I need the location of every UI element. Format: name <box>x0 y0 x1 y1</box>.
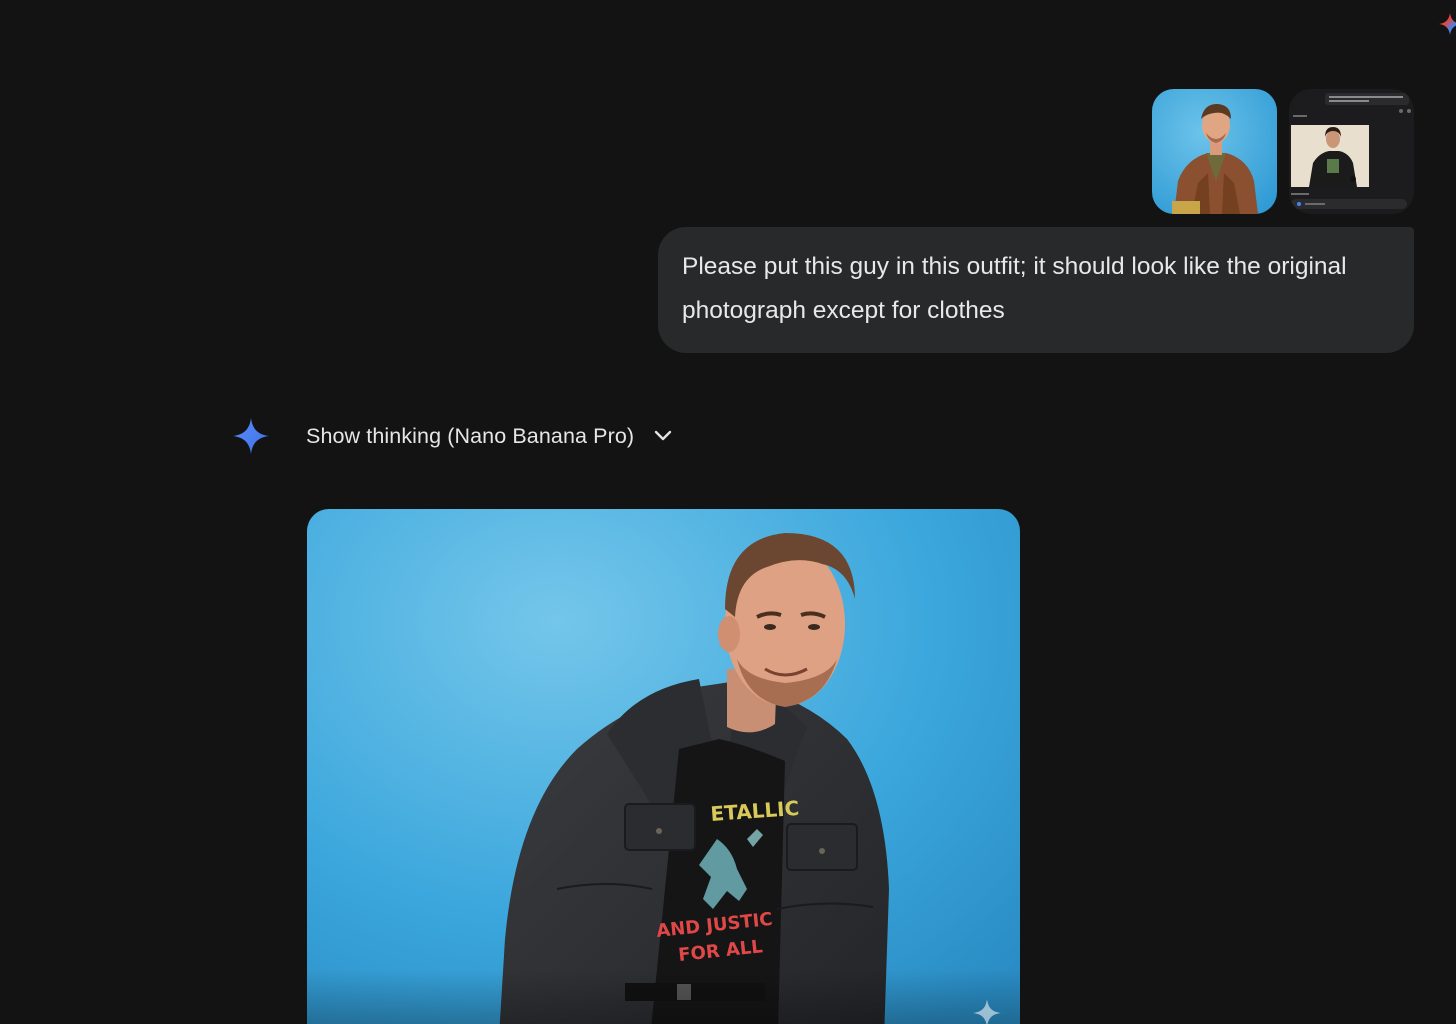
gemini-spark-icon <box>1439 13 1456 35</box>
attachment-screenshot-thumbnail[interactable] <box>1289 89 1414 214</box>
chat-page: Please put this guy in this outfit; it s… <box>0 0 1456 1024</box>
show-thinking-label: Show thinking (Nano Banana Pro) <box>306 423 635 448</box>
chevron-down-icon <box>654 430 672 441</box>
attachment-photo-thumbnail[interactable] <box>1152 89 1277 214</box>
show-thinking-toggle[interactable]: Show thinking (Nano Banana Pro) <box>306 424 674 449</box>
user-attachments <box>1152 89 1414 214</box>
user-message-bubble: Please put this guy in this outfit; it s… <box>658 227 1414 353</box>
response-header: Show thinking (Nano Banana Pro) <box>230 415 674 457</box>
generated-image[interactable]: ETALLIC AND JUSTIC FOR ALL <box>307 509 1020 1024</box>
gemini-spark-icon <box>233 418 269 454</box>
